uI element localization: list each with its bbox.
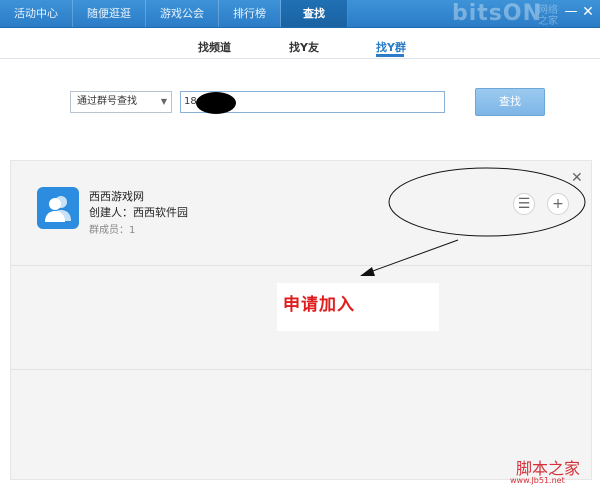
chevron-down-icon: ▼: [160, 97, 167, 106]
top-navigation-bar: 活动中心 随便逛逛 游戏公会 排行榜 查找 bitsON 网络之家 — ✕: [0, 0, 600, 28]
search-mode-value: 通过群号查找: [77, 96, 137, 107]
brand-watermark: bitsON: [452, 1, 543, 26]
tab-game-guild[interactable]: 游戏公会: [146, 0, 219, 27]
tab-ranking[interactable]: 排行榜: [219, 0, 281, 27]
group-creator: 创建人：西西软件园: [89, 206, 188, 219]
tab-activity-center[interactable]: 活动中心: [0, 0, 73, 27]
users-icon: [45, 196, 71, 222]
footer-watermark-url: www.Jb51.net: [510, 476, 565, 485]
find-button[interactable]: 查找: [475, 88, 545, 116]
top-nav-tabs: 活动中心 随便逛逛 游戏公会 排行榜 查找: [0, 0, 348, 27]
redaction-mark: [196, 92, 236, 114]
close-icon[interactable]: ✕: [571, 171, 583, 185]
sub-tabs: 找频道 找Y友 找Y群: [0, 28, 600, 59]
tab-search[interactable]: 查找: [281, 0, 348, 27]
tab-browse[interactable]: 随便逛逛: [73, 0, 146, 27]
group-name: 西西游戏网: [89, 190, 144, 203]
row-divider: [11, 369, 591, 370]
active-subtab-indicator: [376, 54, 404, 57]
plus-icon[interactable]: +: [547, 193, 569, 215]
group-avatar: [37, 187, 79, 229]
minimize-button[interactable]: —: [563, 4, 579, 20]
subtab-find-group[interactable]: 找Y群: [376, 39, 406, 55]
group-result-row[interactable]: 西西游戏网 创建人：西西软件园 群成员：1 ☰ + ✕: [11, 161, 591, 266]
group-member-count: 群成员：1: [89, 225, 136, 236]
subtab-find-channel[interactable]: 找频道: [198, 39, 231, 55]
annotation-text: 申请加入: [283, 295, 355, 315]
list-icon[interactable]: ☰: [513, 193, 535, 215]
subtab-find-friend[interactable]: 找Y友: [289, 39, 319, 55]
search-mode-select[interactable]: 通过群号查找 ▼: [70, 91, 172, 113]
window-close-button[interactable]: ✕: [580, 4, 596, 20]
brand-watermark-cn: 网络之家: [538, 5, 558, 27]
